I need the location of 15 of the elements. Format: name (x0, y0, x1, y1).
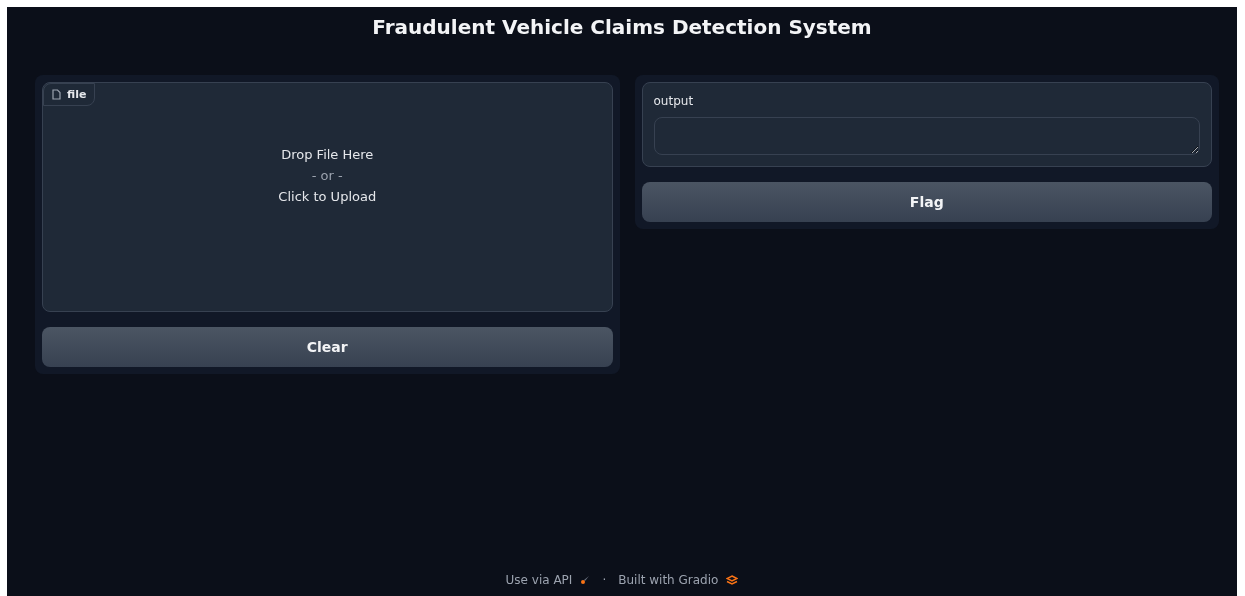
api-link[interactable]: Use via API (505, 573, 573, 587)
flag-button[interactable]: Flag (641, 182, 1212, 222)
page-title: Fraudulent Vehicle Claims Detection System (371, 14, 873, 41)
drop-text: Drop File Here (281, 146, 374, 162)
output-field[interactable] (653, 117, 1200, 155)
file-icon (52, 89, 61, 100)
field-label: output (653, 94, 695, 108)
separator-dot: · (602, 573, 607, 587)
gradio-link[interactable]: Built with Gradio (618, 573, 719, 587)
logo-icon (726, 574, 739, 586)
file-drop-zone[interactable]: file Drop File Here - or - Click to Upload (42, 82, 613, 312)
upload-text: Click to Upload (278, 188, 377, 204)
clear-button[interactable]: Clear (42, 327, 613, 367)
separator-text: - or - (311, 167, 343, 183)
field-label: file (67, 88, 87, 101)
